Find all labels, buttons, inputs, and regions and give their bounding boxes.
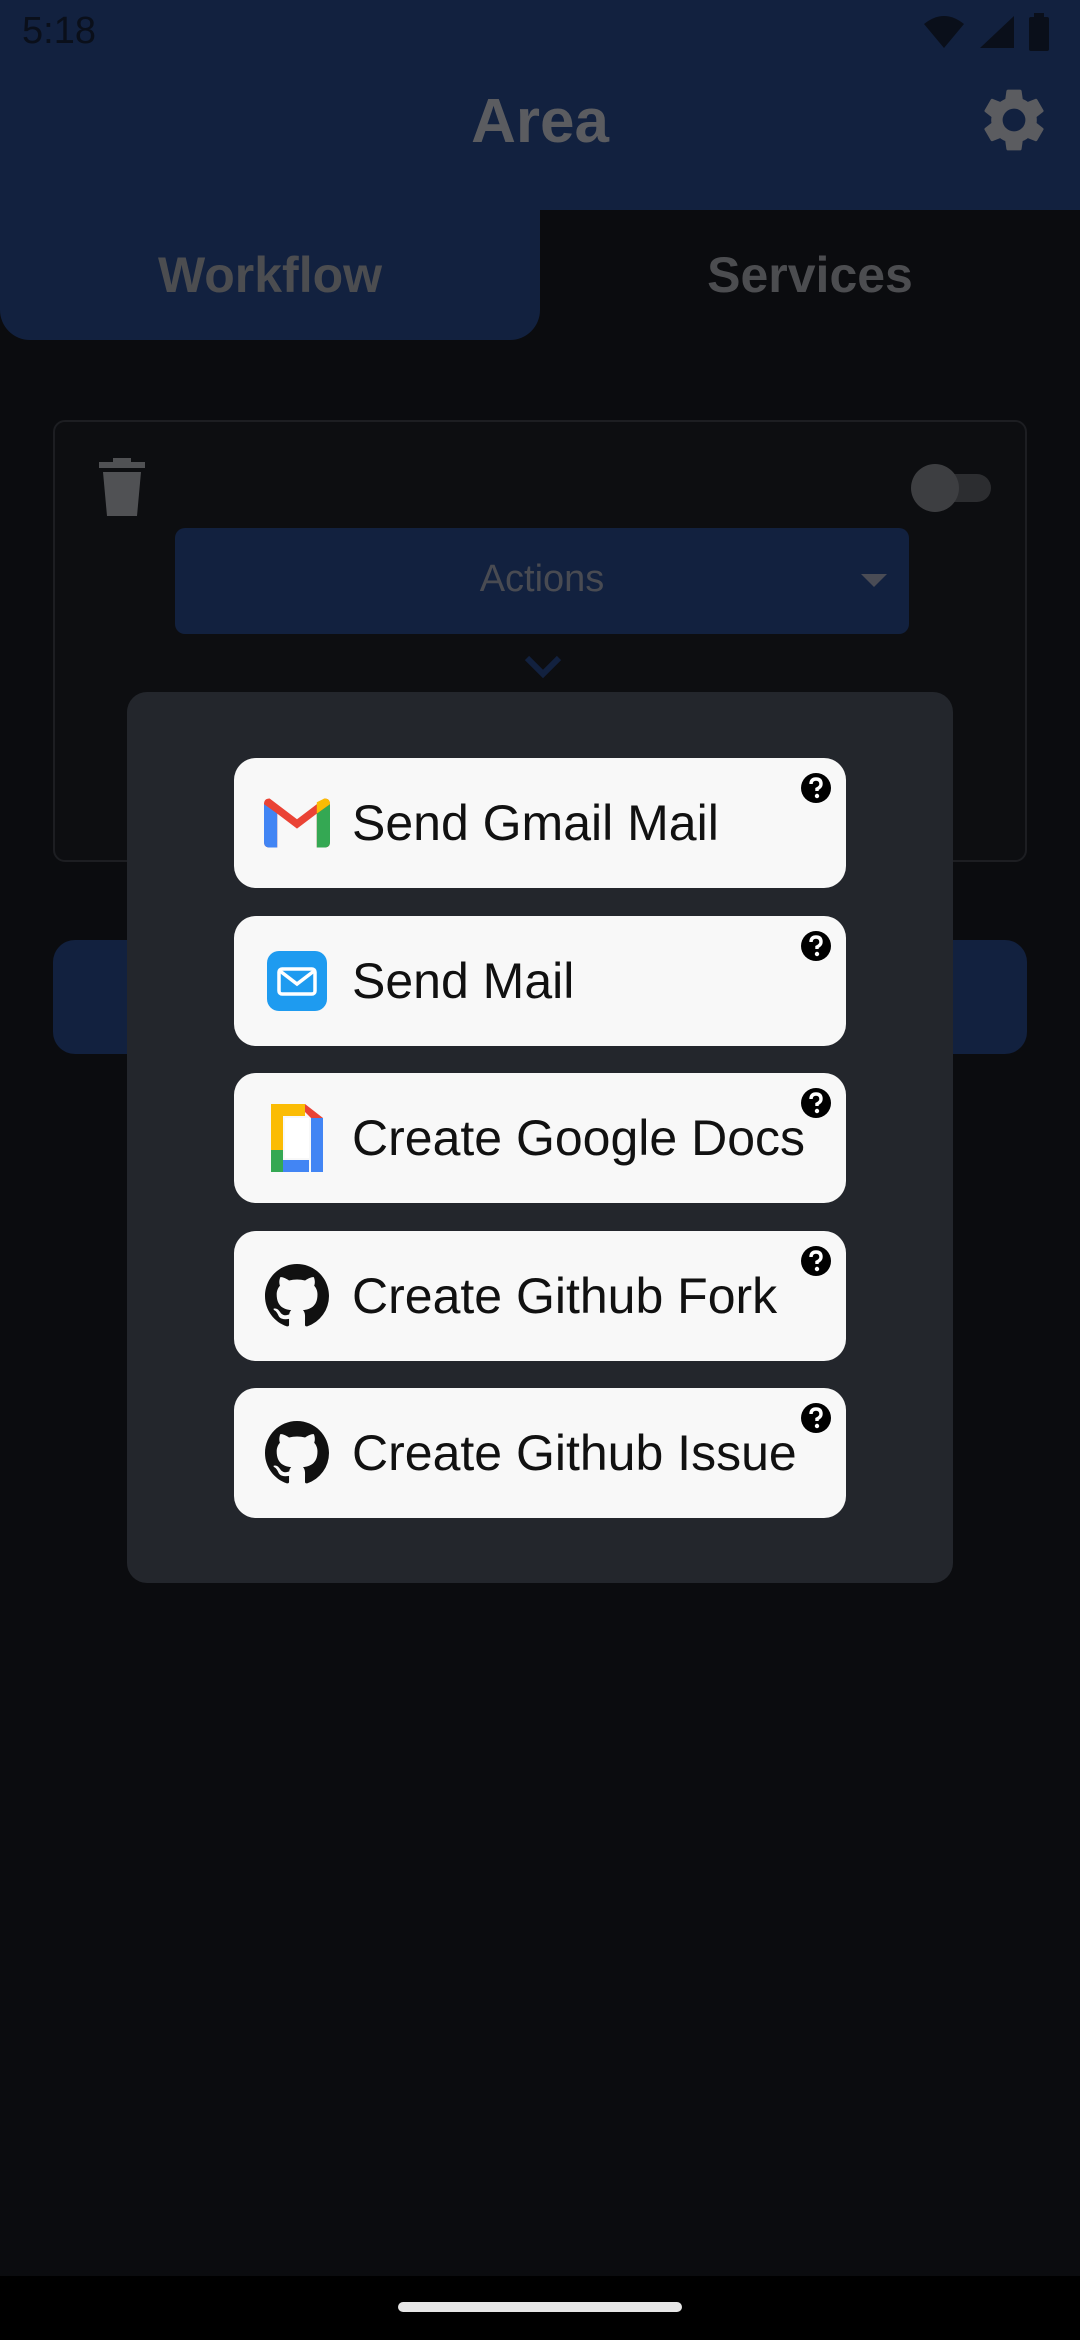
tab-workflow[interactable]: Workflow: [0, 210, 540, 340]
actions-dropdown[interactable]: Actions: [175, 528, 909, 634]
dropdown-arrow-icon: [861, 574, 887, 587]
status-time: 5:18: [22, 10, 96, 52]
option-create-github-issue[interactable]: Create Github Issue: [234, 1388, 846, 1518]
settings-button[interactable]: [976, 82, 1052, 158]
option-label: Create Github Issue: [352, 1425, 797, 1481]
app-bar: Area: [0, 66, 1080, 210]
home-gesture-handle[interactable]: [398, 2302, 682, 2312]
help-circle-icon[interactable]: [800, 1402, 832, 1434]
app-title: Area: [471, 87, 609, 156]
toggle-thumb: [911, 464, 959, 512]
option-label: Create Google Docs: [352, 1110, 806, 1166]
navigation-bar: [0, 2276, 1080, 2340]
trash-icon: [99, 458, 145, 516]
option-send-gmail-mail[interactable]: Send Gmail Mail: [234, 758, 846, 888]
status-bar: 5:18: [0, 0, 1080, 66]
option-create-google-docs[interactable]: Create Google Docs: [234, 1073, 846, 1203]
google-docs-icon: [264, 1104, 330, 1172]
tab-services[interactable]: Services: [540, 210, 1080, 340]
option-create-github-fork[interactable]: Create Github Fork: [234, 1231, 846, 1361]
help-circle-icon[interactable]: [800, 1245, 832, 1277]
help-circle-icon[interactable]: [800, 1087, 832, 1119]
option-label: Send Mail: [352, 953, 575, 1009]
chevron-down-icon[interactable]: [523, 652, 563, 682]
delete-button[interactable]: [97, 458, 147, 518]
wifi-icon: [924, 16, 964, 48]
enable-toggle[interactable]: [911, 464, 993, 512]
battery-icon: [1029, 13, 1049, 51]
help-circle-icon[interactable]: [800, 930, 832, 962]
action-picker-dialog: Send Gmail Mail Send Mail Create Google …: [127, 692, 953, 1583]
status-icons: [922, 12, 1050, 52]
actions-dropdown-label: Actions: [479, 558, 605, 600]
signal-icon: [980, 16, 1014, 48]
help-circle-icon[interactable]: [800, 772, 832, 804]
app-screen: 5:18 Area Workflow Services Actions Send…: [0, 0, 1080, 2340]
option-send-mail[interactable]: Send Mail: [234, 916, 846, 1046]
mail-app-icon: [264, 948, 330, 1014]
option-label: Send Gmail Mail: [352, 795, 719, 851]
gear-icon: [984, 89, 1044, 151]
github-icon: [264, 1263, 330, 1329]
github-icon: [264, 1420, 330, 1486]
gmail-icon: [264, 790, 330, 856]
option-label: Create Github Fork: [352, 1268, 778, 1324]
